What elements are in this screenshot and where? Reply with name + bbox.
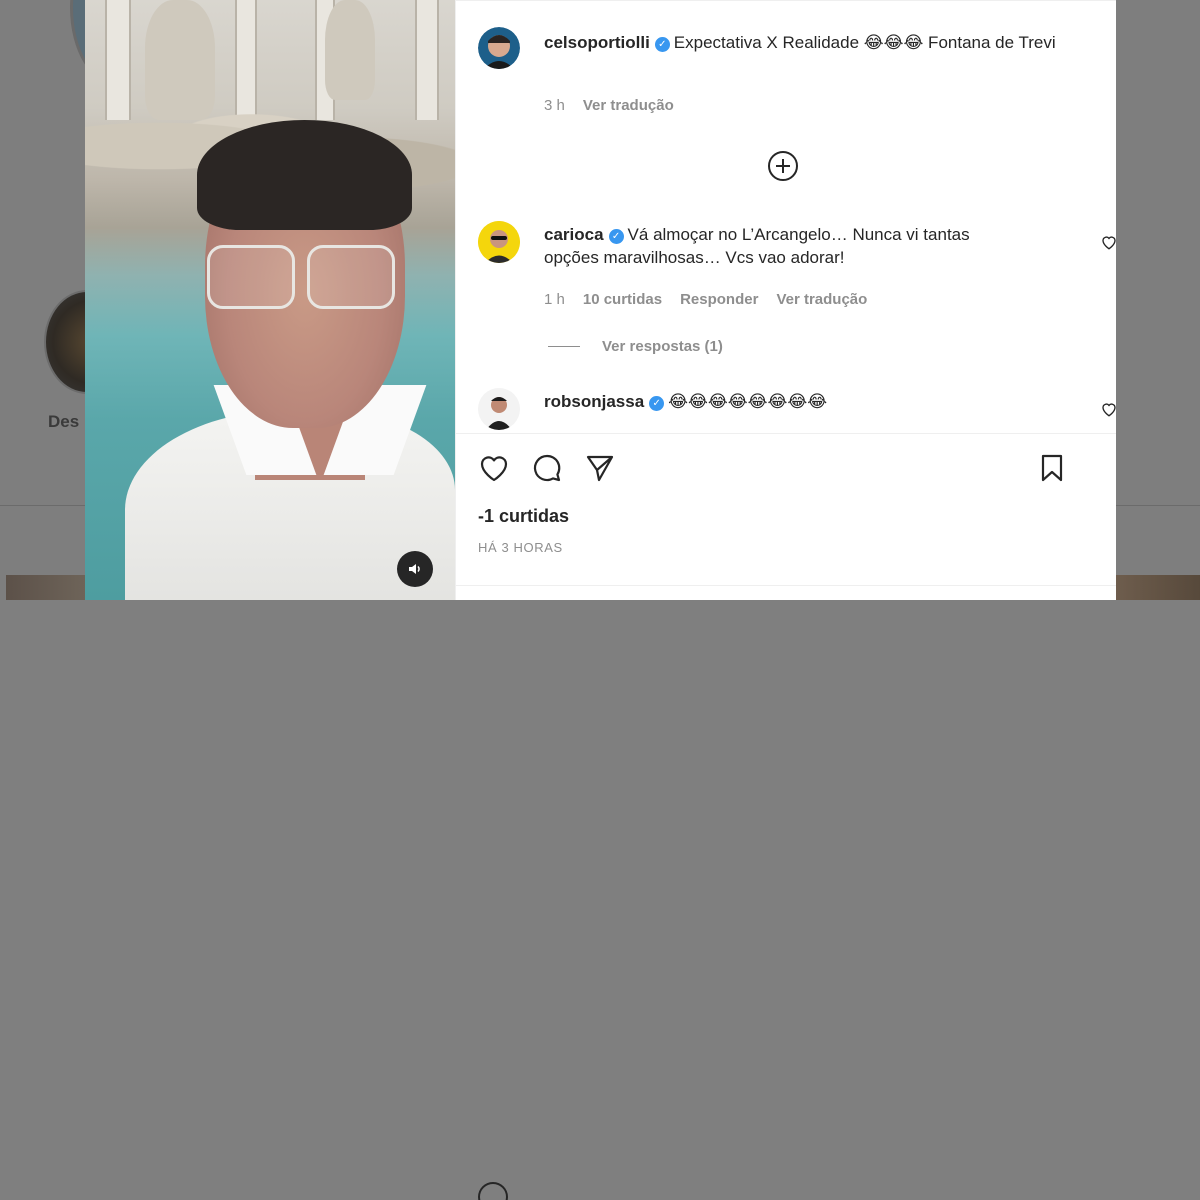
comment: robsonjassa ✓ 😂😂😂😂😂😂😂😂	[478, 388, 1116, 433]
timestamp: 3 h	[544, 97, 565, 114]
likes-count[interactable]: -1 curtidas	[478, 506, 569, 527]
username[interactable]: robsonjassa	[544, 392, 644, 411]
caption-text: Expectativa X Realidade 😂😂😂 Fontana de T…	[673, 33, 1056, 52]
avatar-image	[478, 388, 520, 430]
statue	[325, 0, 375, 100]
mute-button[interactable]	[397, 551, 433, 587]
load-more-comments-button[interactable]	[767, 150, 799, 182]
verified-badge-icon: ✓	[649, 396, 665, 411]
grid-thumbnail	[6, 575, 86, 600]
post-details-panel: celsoportiolli ✓ Expectativa X Realidade 😂…	[455, 0, 1116, 1200]
verified-badge-icon: ✓	[654, 37, 670, 52]
comment-bubble-icon[interactable]	[531, 452, 563, 484]
comments-list[interactable]: celsoportiolli ✓ Expectativa X Realidade 😂…	[456, 0, 1116, 433]
post-modal: celsoportiolli ✓ Expectativa X Realidade 😂…	[85, 0, 1116, 1200]
avatar[interactable]	[478, 221, 520, 263]
username[interactable]: celsoportiolli	[544, 33, 650, 52]
divider	[0, 505, 90, 506]
avatar-image	[478, 221, 520, 263]
speaker-icon	[409, 564, 420, 574]
caption-meta: 3 h Ver tradução	[544, 97, 674, 114]
avatar[interactable]	[478, 27, 520, 69]
emoji-icon[interactable]	[478, 1182, 508, 1200]
post-timestamp: HÁ 3 HORAS	[478, 540, 563, 555]
add-comment-section	[456, 585, 1116, 1200]
verified-badge-icon: ✓	[608, 229, 624, 244]
grid-thumbnail	[1116, 575, 1200, 600]
translate-link[interactable]: Ver tradução	[583, 97, 674, 114]
comment-meta: 1 h 10 curtidas Responder Ver tradução	[544, 291, 867, 308]
comment-likes-link[interactable]: 10 curtidas	[583, 291, 662, 308]
timestamp: 1 h	[544, 291, 565, 308]
fountain-column	[105, 0, 131, 120]
glasses-lens	[207, 245, 295, 309]
avatar[interactable]	[478, 388, 520, 430]
post-caption: celsoportiolli ✓ Expectativa X Realidade 😂…	[478, 27, 1108, 117]
divider	[548, 346, 580, 347]
heart-icon[interactable]	[478, 452, 510, 484]
avatar-image	[478, 27, 520, 69]
translate-link[interactable]: Ver tradução	[776, 291, 867, 308]
story-highlight-label: Des	[48, 412, 80, 431]
comment-text: Vá almoçar no L’Arcangelo… Nunca vi tant…	[544, 225, 970, 267]
bookmark-icon[interactable]	[1036, 452, 1068, 484]
comment-like-button[interactable]	[1100, 233, 1116, 251]
fountain-column	[235, 0, 257, 120]
post-video[interactable]	[85, 0, 455, 600]
divider	[1116, 505, 1200, 506]
post-actions-bar	[456, 433, 1116, 504]
statue	[145, 0, 215, 120]
paper-plane-icon[interactable]	[584, 452, 616, 484]
view-replies-label: Ver respostas (1)	[602, 338, 723, 355]
username[interactable]: carioca	[544, 225, 604, 244]
person-hair	[197, 120, 412, 230]
comment-text: 😂😂😂😂😂😂😂😂	[668, 392, 828, 411]
fountain-column	[415, 0, 439, 120]
comment-like-button[interactable]	[1100, 400, 1116, 418]
view-replies-button[interactable]: Ver respostas (1)	[548, 338, 723, 355]
glasses-lens	[307, 245, 395, 309]
reply-button[interactable]: Responder	[680, 291, 758, 308]
